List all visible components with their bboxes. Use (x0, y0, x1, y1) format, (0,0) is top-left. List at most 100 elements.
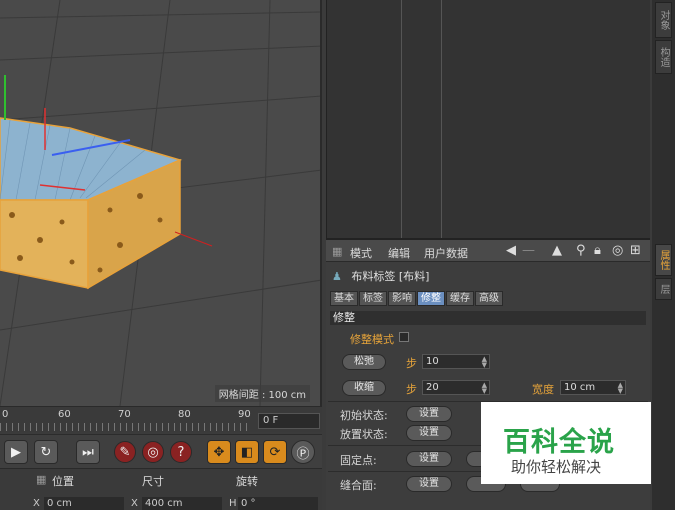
timeline-tick: 0 (2, 409, 9, 420)
goto-end-icon: ⏭ (82, 444, 94, 460)
position-header: 位置 (52, 475, 74, 488)
relax-steps-value: 10 (426, 356, 439, 367)
rotate-icon: ⟳ (269, 444, 281, 460)
side-tab-strip: 对象 构造 属性 层 (652, 0, 675, 510)
shrink-steps-value: 20 (426, 382, 439, 393)
fix-points-label: 固定点: (340, 454, 377, 467)
play-forward-button[interactable]: ▶ (4, 440, 28, 464)
watermark-title: 百科全说 (503, 427, 615, 458)
back-arrow-icon[interactable]: ◀ (506, 243, 516, 258)
rotation-header: 旋转 (236, 475, 258, 488)
timeline-tick: 90 (238, 409, 251, 420)
rotation-track-button[interactable]: ⟳ (263, 440, 287, 464)
tab-dress[interactable]: 修整 (417, 291, 445, 306)
loop-button[interactable]: ↻ (34, 440, 58, 464)
keyframe-selection-button[interactable]: ? (170, 441, 192, 463)
timeline-tick: 80 (178, 409, 191, 420)
object-header: ♟ 布料标签 [布料] (332, 268, 429, 284)
watermark: 百科全说 助你轻松解决 (481, 402, 651, 484)
attribute-menu-bar: ▦ 模式 编辑 用户数据 ◀ — ▲ ⚲ 🔒︎ ◎ ⊞ (326, 240, 650, 262)
spinner-icon[interactable]: ▲ ▼ (618, 382, 623, 395)
width-value: 10 cm (564, 382, 596, 393)
init-state-label: 初始状态: (340, 409, 388, 422)
tab-objects[interactable]: 对象 (655, 2, 672, 38)
seam-set-button[interactable]: 设置 (406, 476, 452, 492)
object-manager[interactable] (326, 0, 650, 238)
tab-structure[interactable]: 构造 (655, 40, 672, 74)
section-header: 修整 (330, 311, 646, 325)
object-title: 布料标签 [布料] (351, 270, 430, 283)
width-label: 宽度 (532, 383, 554, 396)
pose-state-label: 放置状态: (340, 428, 388, 441)
new-panel-icon[interactable]: ⊞ (630, 243, 641, 258)
tab-advanced[interactable]: 高级 (475, 291, 503, 306)
relax-button[interactable]: 松弛 (342, 354, 386, 370)
shrink-steps-field[interactable]: 20 ▲ ▼ (422, 380, 490, 395)
menu-mode[interactable]: 模式 (350, 245, 372, 261)
lock-icon[interactable]: 🔒︎ (594, 243, 601, 258)
pose-state-set-button[interactable]: 设置 (406, 425, 452, 441)
rotation-h-field[interactable]: 0 ° (238, 497, 318, 510)
dress-mode-label: 修整模式 (350, 333, 394, 346)
relax-steps-field[interactable]: 10 ▲ ▼ (422, 354, 490, 369)
tab-basic[interactable]: 基本 (330, 291, 358, 306)
p-icon: Ⓟ (296, 446, 310, 462)
autokey-icon: ◎ (147, 444, 159, 460)
menu-edit[interactable]: 编辑 (388, 245, 410, 261)
menu-user-data[interactable]: 用户数据 (424, 245, 468, 261)
spinner-icon[interactable]: ▲ ▼ (482, 382, 487, 395)
tab-tag[interactable]: 标签 (359, 291, 387, 306)
grid-spacing-readout: 网格间距 : 100 cm (214, 385, 310, 402)
timeline-ruler[interactable] (0, 423, 252, 431)
autokey-button[interactable]: ◎ (142, 441, 164, 463)
timeline[interactable]: 0 60 70 80 90 0 F (0, 406, 322, 432)
dress-mode-checkbox[interactable] (399, 332, 409, 342)
heading-axis-label: H (229, 498, 237, 509)
goto-end-button[interactable]: ⏭ (76, 440, 100, 464)
tab-layers[interactable]: 层 (655, 278, 672, 300)
timeline-tick: 70 (118, 409, 131, 420)
play-icon: ▶ (11, 444, 21, 460)
size-header: 尺寸 (142, 475, 164, 488)
size-x-field[interactable]: 400 cm (142, 497, 222, 510)
scale-track-button[interactable]: ◧ (235, 440, 259, 464)
relax-step-label: 步 (406, 357, 417, 370)
question-icon: ? (177, 444, 185, 460)
search-icon[interactable]: ⚲ (576, 243, 586, 258)
size-x-axis-label: X (131, 498, 138, 509)
cloth-tag-icon: ♟ (332, 270, 342, 283)
fix-points-set-button[interactable]: 设置 (406, 451, 452, 467)
x-axis-label: X (33, 498, 40, 509)
target-icon[interactable]: ◎ (612, 243, 623, 258)
grip-icon: ▦ (332, 245, 343, 258)
seam-label: 缝合面: (340, 479, 377, 492)
position-track-button[interactable]: ✥ (207, 440, 231, 464)
column-divider (401, 0, 402, 238)
key-icon: ✎ (119, 444, 131, 460)
init-state-set-button[interactable]: 设置 (406, 406, 452, 422)
shrink-button[interactable]: 收缩 (342, 380, 386, 396)
width-field[interactable]: 10 cm ▲ ▼ (560, 380, 626, 395)
tab-cache[interactable]: 缓存 (446, 291, 474, 306)
forward-arrow-icon[interactable]: — (522, 243, 535, 258)
3d-viewport[interactable]: 网格间距 : 100 cm (0, 0, 322, 406)
transport-toolbar: ▶ ↻ ⏭ ✎ ◎ ? ✥ ◧ ⟳ Ⓟ (0, 434, 322, 468)
spinner-icon[interactable]: ▲ ▼ (482, 356, 487, 369)
move-icon: ✥ (213, 444, 225, 460)
scale-icon: ◧ (240, 444, 254, 460)
up-arrow-icon[interactable]: ▲ (552, 243, 562, 258)
coordinate-manager: ▦ 位置 尺寸 旋转 X 0 cm X 400 cm H 0 ° (0, 468, 322, 510)
loop-icon: ↻ (40, 444, 52, 460)
tab-influence[interactable]: 影响 (388, 291, 416, 306)
parameter-track-button[interactable]: Ⓟ (291, 440, 315, 464)
timeline-tick: 60 (58, 409, 71, 420)
tab-attributes[interactable]: 属性 (655, 244, 672, 276)
app-window: 网格间距 : 100 cm 0 60 70 80 90 0 F ▶ ↻ ⏭ ✎ … (0, 0, 675, 510)
current-frame-field[interactable]: 0 F (258, 413, 320, 429)
viewport-scene (0, 0, 320, 406)
position-x-field[interactable]: 0 cm (44, 497, 124, 510)
column-divider (441, 0, 442, 238)
record-keys-button[interactable]: ✎ (114, 441, 136, 463)
shrink-step-label: 步 (406, 383, 417, 396)
coords-grip-icon: ▦ (36, 473, 47, 486)
